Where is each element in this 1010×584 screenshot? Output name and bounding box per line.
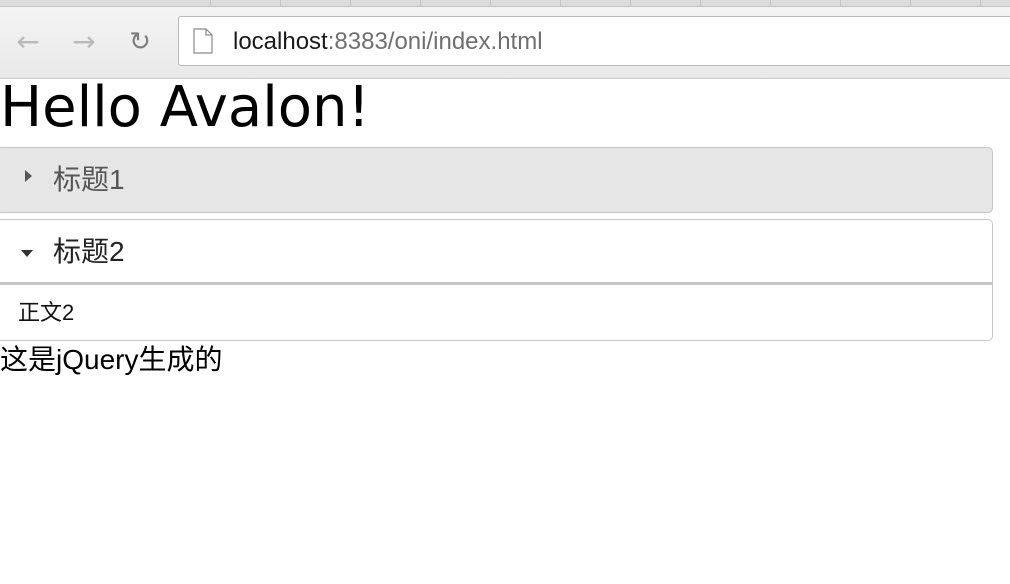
accordion-panel-text: 正文2 xyxy=(18,300,75,325)
document-icon xyxy=(193,28,213,54)
tab-edge xyxy=(490,0,561,6)
tab-edge xyxy=(560,0,631,6)
tab-edge xyxy=(350,0,421,6)
address-bar[interactable]: localhost:8383/oni/index.html xyxy=(178,16,1010,66)
caret-down-icon xyxy=(21,250,33,257)
accordion-label: 标题1 xyxy=(53,164,125,195)
accordion-label: 标题2 xyxy=(53,236,125,267)
back-button[interactable]: ← xyxy=(10,24,46,60)
browser-toolbar: ← → ↻ localhost:8383/oni/index.html xyxy=(0,0,1010,79)
tab-strip xyxy=(0,0,1010,7)
tab-edge xyxy=(280,0,351,6)
tab-edge xyxy=(910,0,981,6)
jquery-generated-text: 这是jQuery生成的 xyxy=(0,344,223,375)
tab-edge xyxy=(210,0,281,6)
accordion-header-1[interactable]: 标题1 xyxy=(0,147,993,213)
forward-button[interactable]: → xyxy=(66,24,102,60)
accordion-header-2[interactable]: 标题2 xyxy=(0,219,993,285)
reload-button[interactable]: ↻ xyxy=(122,24,158,60)
tab-edge xyxy=(140,0,211,6)
url-path: :8383/oni/index.html xyxy=(327,28,543,55)
tab-edge xyxy=(840,0,911,6)
page-title: Hello Avalon! xyxy=(0,75,370,140)
tab-edge xyxy=(770,0,841,6)
tab-edge xyxy=(700,0,771,6)
reload-icon: ↻ xyxy=(129,27,151,57)
tab-edge xyxy=(420,0,491,6)
url-host: localhost xyxy=(233,28,328,55)
accordion-panel-2: 正文2 xyxy=(0,285,993,341)
url-text[interactable]: localhost:8383/oni/index.html xyxy=(233,28,543,56)
caret-right-icon xyxy=(25,170,32,182)
arrow-left-icon: ← xyxy=(16,25,40,58)
tab-edge xyxy=(630,0,701,6)
arrow-right-icon: → xyxy=(72,25,96,58)
